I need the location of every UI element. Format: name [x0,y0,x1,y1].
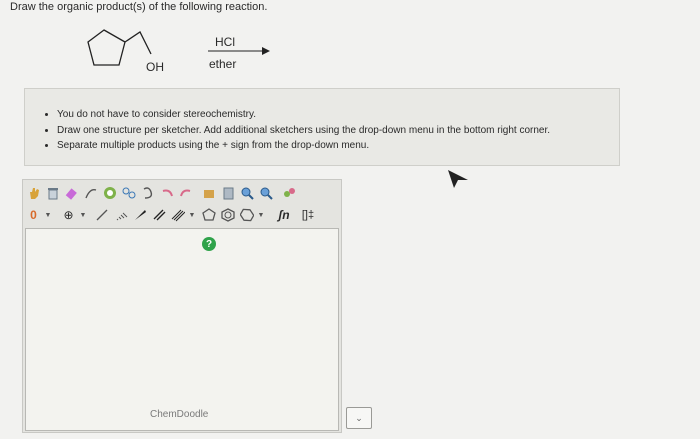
charge-plus-icon[interactable]: ⊕ [60,206,77,224]
cyclopentane-ring-icon[interactable] [200,206,217,224]
mouse-cursor-icon [448,170,468,188]
undo-icon[interactable] [158,184,175,202]
clear-canvas-icon[interactable] [44,184,61,202]
charge-selector[interactable]: 0 [25,206,42,224]
instructions-box: You do not have to consider stereochemis… [24,88,620,166]
paste-icon[interactable] [139,184,156,202]
reagent-ether: ether [209,57,237,71]
reaction-scheme: OH HCl ether [80,20,280,80]
zoom-out-icon[interactable] [257,184,274,202]
bracket-icon[interactable]: []‡ [297,206,319,224]
file-icon[interactable] [219,184,236,202]
chevron-down-icon[interactable]: ▼ [79,212,87,219]
copy-icon[interactable] [120,184,137,202]
settings-icon[interactable] [280,184,297,202]
zoom-in-icon[interactable] [238,184,255,202]
eraser-icon[interactable] [63,184,80,202]
reactant-structure [87,29,270,66]
question-text: Draw the organic product(s) of the follo… [10,1,268,13]
zoom-fit-icon[interactable] [101,184,118,202]
wedge-bond-icon[interactable] [131,206,148,224]
instruction-item: You do not have to consider stereochemis… [57,107,619,123]
single-bond-icon[interactable] [93,206,110,224]
template-icon[interactable]: ʃn [273,206,295,224]
triple-bond-icon[interactable] [169,206,186,224]
chevron-down-icon: ⌄ [355,412,363,423]
add-sketcher-dropdown[interactable]: ⌄ [346,407,372,429]
benzene-ring-icon[interactable] [219,206,236,224]
help-button[interactable]: ? [202,237,216,251]
reagent-hcl: HCl [215,35,235,49]
instruction-item: Draw one structure per sketcher. Add add… [57,123,619,139]
chevron-down-icon[interactable]: ▼ [44,212,52,219]
clean-structure-icon[interactable] [200,184,217,202]
hydroxyl-label: OH [146,60,164,74]
redo-icon[interactable] [177,184,194,202]
toolbar-bottom: 0 ▼ ⊕ ▼ ▼ ▼ ʃn []‡ [25,204,321,226]
chevron-down-icon[interactable]: ▼ [257,212,265,219]
hand-tool-icon[interactable] [25,184,42,202]
drawing-canvas[interactable]: ? ChemDoodle [25,228,339,431]
cyclohexane-ring-icon[interactable] [238,206,255,224]
instruction-item: Separate multiple products using the + s… [57,138,619,154]
double-bond-icon[interactable] [150,206,167,224]
toolbar-top [25,182,299,204]
chevron-down-icon[interactable]: ▼ [188,212,196,219]
chemdoodle-brand: ChemDoodle [150,409,209,420]
chemdoodle-sketcher: 0 ▼ ⊕ ▼ ▼ ▼ ʃn []‡ ? ChemDoodle [22,179,342,433]
hashed-bond-icon[interactable] [112,206,129,224]
lasso-icon[interactable] [82,184,99,202]
